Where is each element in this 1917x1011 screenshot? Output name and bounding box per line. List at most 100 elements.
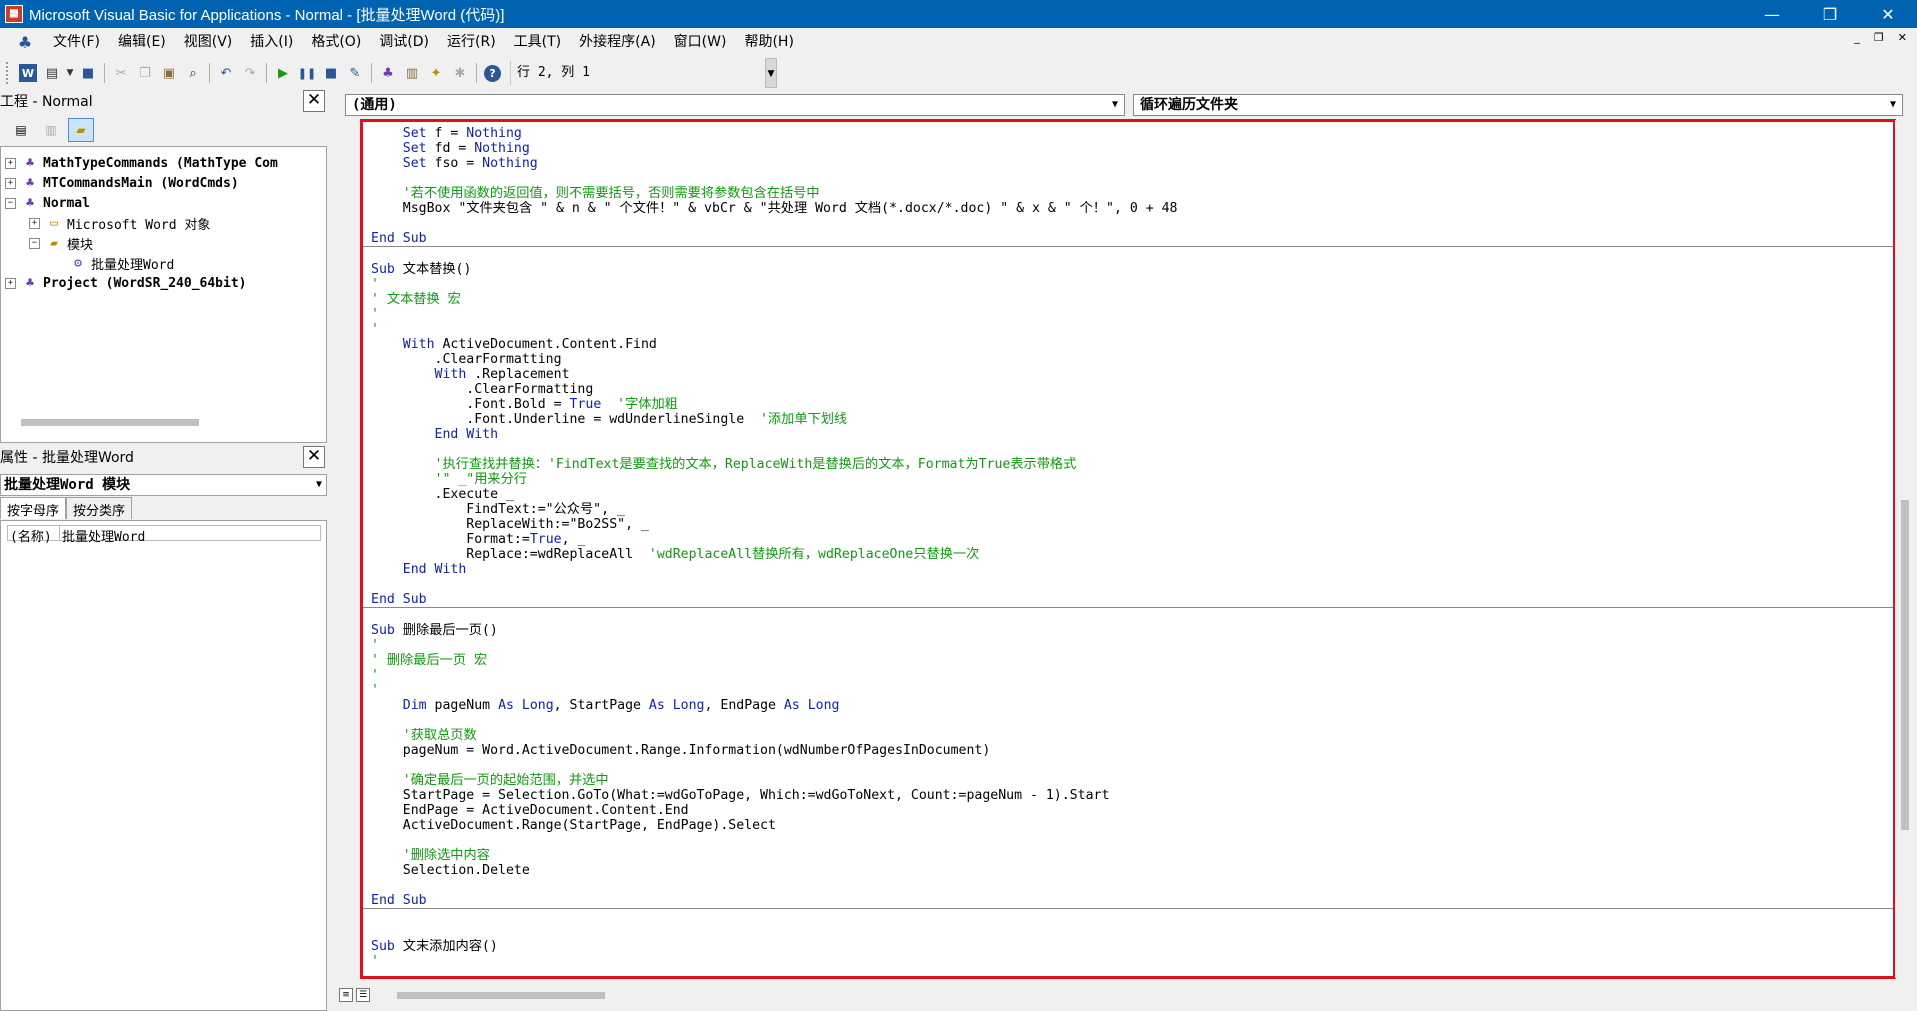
chevron-down-icon[interactable]: ▼ bbox=[316, 475, 322, 495]
code-line[interactable]: .Font.Underline = wdUnderlineSingle '添加单… bbox=[371, 412, 1895, 427]
close-button[interactable]: ✕ bbox=[1859, 0, 1917, 28]
tree-item[interactable]: + ▭ Microsoft Word 对象 bbox=[5, 213, 278, 233]
code-line[interactable]: Selection.Delete bbox=[371, 863, 1895, 878]
object-combo[interactable]: (通用) ▼ bbox=[345, 94, 1125, 116]
code-line[interactable]: ReplaceWith:="Bo2SS", _ bbox=[371, 517, 1895, 532]
chevron-down-icon[interactable]: ▼ bbox=[1890, 95, 1896, 115]
code-line[interactable] bbox=[371, 878, 1895, 893]
code-line[interactable]: Sub 文本替换() bbox=[371, 262, 1895, 277]
code-vscroll-thumb[interactable] bbox=[1901, 500, 1909, 830]
code-line[interactable]: .ClearFormatting bbox=[371, 382, 1895, 397]
code-line[interactable]: FindText:="公众号", _ bbox=[371, 502, 1895, 517]
menu-edit[interactable]: 编辑(E) bbox=[109, 30, 175, 54]
tree-item[interactable]: − ▰ 模块 bbox=[5, 233, 278, 253]
menu-insert[interactable]: 插入(I) bbox=[241, 30, 302, 54]
code-line[interactable]: ' 删除最后一页 宏 bbox=[371, 653, 1895, 668]
code-line[interactable]: pageNum = Word.ActiveDocument.Range.Info… bbox=[371, 743, 1895, 758]
mdi-close-button[interactable]: ✕ bbox=[1898, 31, 1907, 44]
view-code-button[interactable]: ▤ bbox=[8, 118, 34, 142]
code-line[interactable] bbox=[371, 577, 1895, 592]
code-line[interactable]: Format:=True, _ bbox=[371, 532, 1895, 547]
code-line[interactable]: Sub 文末添加内容() bbox=[371, 939, 1895, 954]
code-line[interactable] bbox=[371, 924, 1895, 939]
properties-close-icon[interactable]: ✕ bbox=[303, 446, 325, 468]
paste-icon[interactable]: ▣ bbox=[157, 61, 181, 85]
expand-icon[interactable]: + bbox=[5, 157, 16, 169]
break-icon[interactable]: ❚❚ bbox=[295, 61, 319, 85]
mdi-minimize-button[interactable]: _ bbox=[1854, 31, 1860, 44]
expand-icon[interactable]: + bbox=[29, 217, 40, 229]
help-icon[interactable]: ? bbox=[484, 64, 501, 82]
code-line[interactable] bbox=[371, 247, 1895, 262]
toolbar-overflow-button[interactable]: ▼ bbox=[765, 58, 777, 88]
collapse-icon[interactable]: − bbox=[29, 237, 40, 249]
code-line[interactable]: End With bbox=[371, 562, 1895, 577]
code-line[interactable]: '删除选中内容 bbox=[371, 848, 1895, 863]
code-line[interactable]: ' bbox=[371, 277, 1895, 292]
code-line[interactable] bbox=[371, 216, 1895, 231]
redo-icon[interactable]: ↷ bbox=[238, 61, 262, 85]
code-line[interactable]: Set f = Nothing bbox=[371, 126, 1895, 141]
procedure-view-icon[interactable]: ≡ bbox=[339, 987, 353, 1002]
view-word-icon[interactable]: W bbox=[19, 64, 37, 82]
code-line[interactable]: End Sub bbox=[371, 893, 1895, 908]
code-line[interactable]: Replace:=wdReplaceAll 'wdReplaceAll替换所有，… bbox=[371, 547, 1895, 562]
code-line[interactable]: Set fd = Nothing bbox=[371, 141, 1895, 156]
menu-addins[interactable]: 外接程序(A) bbox=[570, 30, 665, 54]
tree-item[interactable]: ⚙ 批量处理Word bbox=[5, 253, 278, 273]
view-object-button[interactable]: ▥ bbox=[38, 118, 64, 142]
code-line[interactable]: '若不使用函数的返回值，则不需要括号，否则需要将参数包含在括号中 bbox=[371, 186, 1895, 201]
menu-file[interactable]: 文件(F) bbox=[44, 30, 109, 54]
code-line[interactable] bbox=[371, 608, 1895, 623]
project-close-icon[interactable]: ✕ bbox=[303, 90, 325, 112]
code-hscroll-thumb[interactable] bbox=[397, 992, 605, 999]
code-line[interactable] bbox=[371, 442, 1895, 457]
property-row[interactable]: (名称) 批量处理Word bbox=[7, 525, 321, 545]
code-line[interactable]: ' bbox=[371, 638, 1895, 653]
code-line[interactable]: .Execute _ bbox=[371, 487, 1895, 502]
run-icon[interactable]: ▶ bbox=[271, 61, 295, 85]
code-line[interactable]: ' bbox=[371, 954, 1895, 969]
expand-icon[interactable]: + bbox=[5, 177, 16, 189]
code-line[interactable]: Set fso = Nothing bbox=[371, 156, 1895, 171]
insert-module-icon[interactable]: ▤ bbox=[40, 61, 64, 85]
code-line[interactable]: End Sub bbox=[371, 231, 1895, 246]
code-line[interactable]: ActiveDocument.Range(StartPage, EndPage)… bbox=[371, 818, 1895, 833]
menu-tools[interactable]: 工具(T) bbox=[505, 30, 570, 54]
object-browser-icon[interactable]: ✦ bbox=[424, 61, 448, 85]
code-line[interactable]: '获取总页数 bbox=[371, 728, 1895, 743]
vba-project-icon[interactable]: ♣ bbox=[12, 31, 38, 53]
menu-format[interactable]: 格式(O) bbox=[302, 30, 370, 54]
code-line[interactable]: EndPage = ActiveDocument.Content.End bbox=[371, 803, 1895, 818]
menu-help[interactable]: 帮助(H) bbox=[735, 30, 802, 54]
code-line[interactable]: ' bbox=[371, 322, 1895, 337]
dropdown-arrow-icon[interactable]: ▼ bbox=[64, 61, 76, 85]
save-icon[interactable]: ■ bbox=[76, 61, 100, 85]
tab-alphabetic[interactable]: 按字母序 bbox=[0, 497, 67, 519]
chevron-down-icon[interactable]: ▼ bbox=[1112, 95, 1118, 115]
copy-icon[interactable]: ❐ bbox=[133, 61, 157, 85]
code-line[interactable]: End With bbox=[371, 427, 1895, 442]
tree-item[interactable]: − ♣ Normal bbox=[5, 193, 278, 213]
toolbox-icon[interactable]: ✱ bbox=[448, 61, 472, 85]
code-line[interactable] bbox=[371, 833, 1895, 848]
menu-debug[interactable]: 调试(D) bbox=[370, 30, 438, 54]
code-line[interactable]: '确定最后一页的起始范围，并选中 bbox=[371, 773, 1895, 788]
code-line[interactable]: .ClearFormatting bbox=[371, 352, 1895, 367]
expand-icon[interactable]: + bbox=[5, 277, 16, 289]
undo-icon[interactable]: ↶ bbox=[214, 61, 238, 85]
code-line[interactable]: ' bbox=[371, 307, 1895, 322]
mdi-restore-button[interactable]: ❐ bbox=[1874, 31, 1884, 44]
collapse-icon[interactable]: − bbox=[5, 197, 16, 209]
menu-view[interactable]: 视图(V) bbox=[175, 30, 242, 54]
code-line[interactable]: StartPage = Selection.GoTo(What:=wdGoToP… bbox=[371, 788, 1895, 803]
code-line[interactable]: Dim pageNum As Long, StartPage As Long, … bbox=[371, 698, 1895, 713]
code-line[interactable] bbox=[371, 758, 1895, 773]
code-line[interactable]: Sub 删除最后一页() bbox=[371, 623, 1895, 638]
code-line[interactable]: ' 文本替换 宏 bbox=[371, 292, 1895, 307]
reset-icon[interactable]: ■ bbox=[319, 61, 343, 85]
project-explorer-icon[interactable]: ♣ bbox=[376, 61, 400, 85]
menu-window[interactable]: 窗口(W) bbox=[665, 30, 736, 54]
toolbar-grip[interactable] bbox=[6, 62, 10, 84]
code-line[interactable]: MsgBox "文件夹包含 " & n & " 个文件！" & vbCr & "… bbox=[371, 201, 1895, 216]
